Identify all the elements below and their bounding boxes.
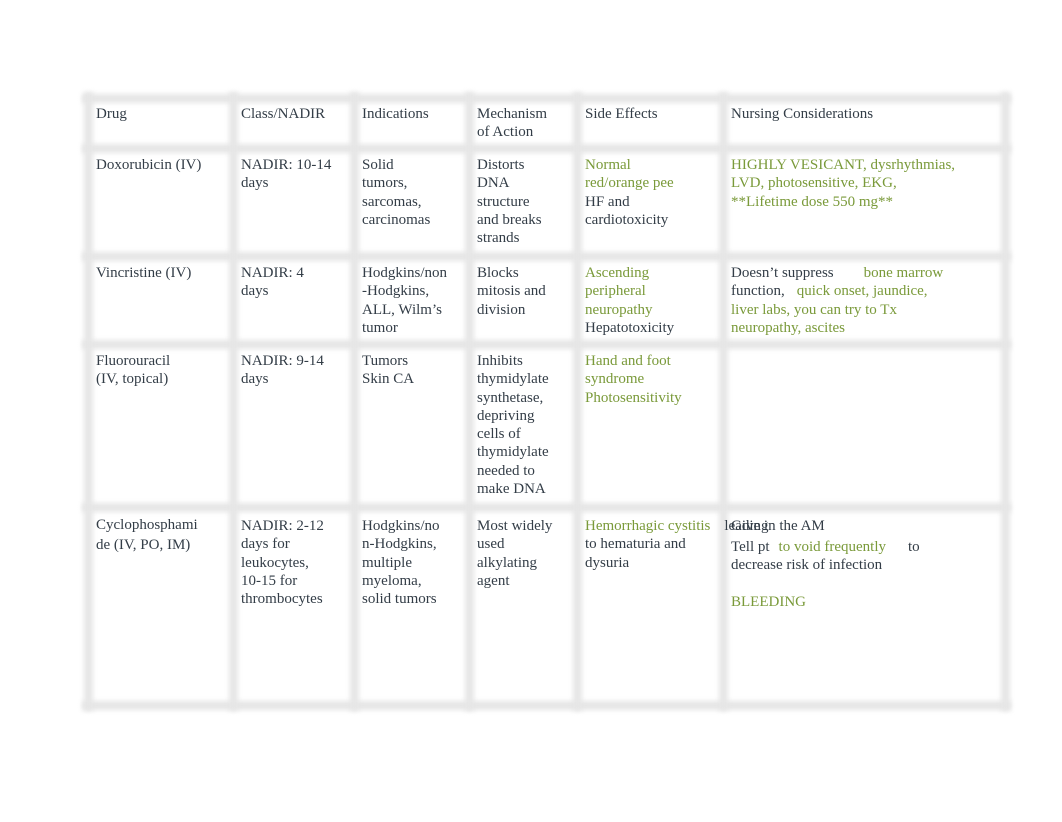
table-border (1001, 92, 1010, 711)
nursing-considerations: Give in the AM Tell pt to void frequently… (731, 517, 920, 612)
nursing-text: Tell pt (731, 538, 770, 555)
mechanism: Blocks mitosis and division (477, 265, 546, 318)
drug-name: Cyclophosphami de (IV, PO, IM) (96, 517, 198, 553)
drug-name: Vincristine (IV) (96, 265, 192, 281)
indications: Tumors Skin CA (362, 353, 415, 388)
table-border (82, 701, 1011, 710)
indications: Hodgkins/non -Hodgkins, ALL, Wilm’s tumo… (362, 265, 448, 336)
column-divider (350, 92, 359, 711)
nursing-considerations: HIGHLY VESICANT, dysrhythmias, LVD, phot… (731, 157, 956, 210)
header-indications: Indications (362, 106, 429, 122)
mechanism: Inhibits thymidylate synthetase, deprivi… (477, 353, 549, 498)
table-border (84, 92, 93, 711)
mechanism: Most widely used alkylating agent (477, 518, 553, 589)
nursing-text: decrease risk of infection (731, 557, 883, 573)
nadir: NADIR: 4 days (241, 265, 304, 300)
row-divider (82, 252, 1011, 261)
nursing-highlight: bone marrow (863, 265, 944, 281)
column-divider (229, 92, 238, 711)
column-divider (573, 92, 582, 711)
drug-name: Fluorouracil (IV, topical) (96, 353, 171, 388)
header-class-nadir: Class/NADIR (241, 106, 326, 122)
nursing-considerations: Doesn’t suppress bone marrow function, qui… (731, 264, 991, 337)
side-effects-text: Hepatotoxicity (585, 319, 675, 336)
nadir: NADIR: 9-14 days (241, 353, 324, 388)
header-mechanism: Mechanism of Action (477, 106, 547, 141)
column-divider (719, 92, 728, 711)
header-nursing: Nursing Considerations (731, 106, 874, 122)
nadir: NADIR: 10-14 days (241, 157, 332, 192)
nadir: NADIR: 2-12 days for leukocytes, 10-15 f… (241, 518, 324, 608)
row-divider (82, 503, 1011, 512)
header-drug: Drug (96, 106, 127, 122)
row-divider (82, 144, 1011, 153)
drug-name: Doxorubicin (IV) (96, 157, 202, 173)
column-divider (465, 92, 474, 711)
nursing-highlight: to void frequently (778, 538, 887, 555)
side-effects-text: HF and cardiotoxicity (585, 193, 669, 228)
side-effects: Hand and foot syndrome Photosensitivity (585, 353, 682, 406)
side-effects-highlight: Ascending peripheral neuropathy (585, 265, 653, 318)
mechanism: Distorts DNA structure and breaks strand… (477, 157, 542, 247)
side-effects-highlight: Hemorrhagic cystitis (585, 518, 711, 534)
side-effects: Normal red/orange pee HF and cardiotoxic… (585, 156, 674, 229)
side-effects: Ascending peripheral neuropathy Hepatoto… (585, 264, 674, 337)
side-effects-highlight: Normal red/orange pee (585, 157, 674, 192)
nursing-text: Doesn’t suppress (731, 265, 834, 281)
nursing-text: Give in the AM (731, 518, 825, 534)
nursing-text: function, (731, 283, 785, 300)
side-effects-text: to hematuria and dysuria (585, 536, 686, 571)
header-side-effects: Side Effects (585, 106, 658, 122)
table-border (82, 94, 1011, 103)
nursing-text: to (908, 538, 920, 555)
indications: Hodgkins/no n-Hodgkins, multiple myeloma… (362, 518, 440, 608)
nursing-highlight: BLEEDING (731, 594, 806, 610)
indications: Solid tumors, sarcomas, carcinomas (362, 157, 431, 228)
row-divider (82, 340, 1011, 349)
